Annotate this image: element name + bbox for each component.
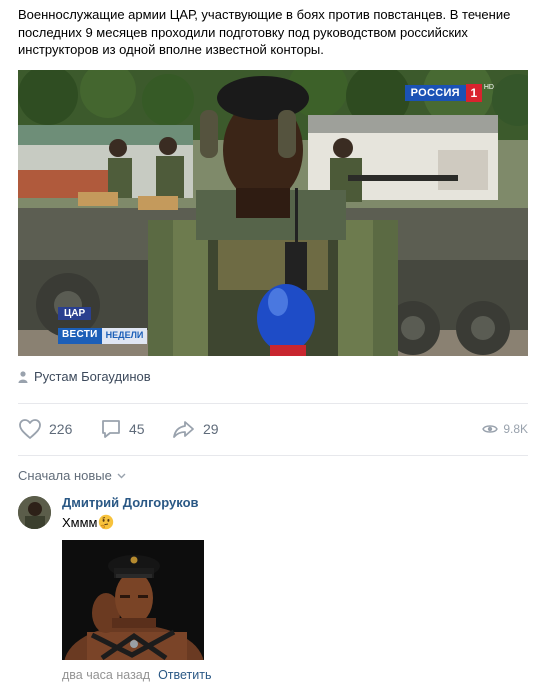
thinking-face-emoji [99, 514, 114, 530]
show-title: ВЕСТИ [58, 328, 102, 344]
share-count: 29 [203, 421, 219, 437]
views-count: 9.8K [503, 422, 528, 436]
comment-button[interactable]: 45 [100, 415, 145, 443]
comments-sort-label[interactable]: Сначала новые [18, 468, 112, 483]
comments-sort-dropdown[interactable]: Сначала новые [18, 468, 126, 483]
heart-icon [19, 419, 41, 439]
comment-avatar[interactable] [18, 496, 51, 529]
like-count: 226 [49, 421, 73, 437]
post-author-name[interactable]: Рустам Богаудинов [34, 369, 151, 384]
photo-soldiers-scene [18, 70, 528, 356]
comment-count: 45 [129, 421, 145, 437]
like-button[interactable]: 226 [18, 415, 72, 443]
comment-text: Хммм [62, 514, 114, 530]
comment-meta: два часа назад Ответить [62, 668, 212, 682]
post-photo[interactable]: РОССИЯ 1 HD ЦАР ВЕСТИ НЕДЕЛИ [18, 70, 528, 356]
comment-author[interactable]: Дмитрий Долгоруков [62, 495, 199, 510]
reply-link[interactable]: Ответить [158, 668, 211, 682]
comment-text-body: Хммм [62, 514, 98, 530]
views-counter: 9.8K [482, 415, 528, 443]
channel-logo-name: РОССИЯ [404, 85, 466, 101]
channel-logo-hd: HD [483, 84, 494, 91]
comment-time[interactable]: два часа назад [62, 668, 150, 682]
share-button[interactable]: 29 [172, 415, 219, 443]
comment-attachment-image[interactable] [62, 540, 204, 660]
speech-bubble-icon [102, 420, 120, 438]
location-tag: ЦАР [58, 307, 92, 320]
post-author[interactable]: Рустам Богаудинов [18, 369, 151, 384]
person-icon [18, 370, 28, 383]
channel-logo: РОССИЯ 1 HD [404, 84, 494, 102]
divider [18, 455, 528, 456]
avatar-image [18, 496, 51, 529]
show-tag: ВЕСТИ НЕДЕЛИ [58, 328, 148, 344]
share-arrow-icon [173, 421, 194, 438]
post-text: Военнослужащие армии ЦАР, участвующие в … [18, 7, 511, 57]
post-actions: 226 45 29 9.8K [18, 415, 528, 443]
eye-icon [482, 425, 499, 433]
show-subtitle: НЕДЕЛИ [101, 328, 148, 344]
attachment-photo [62, 540, 204, 660]
chevron-down-icon [117, 473, 126, 478]
channel-logo-number: 1 [465, 84, 482, 102]
divider [18, 403, 528, 404]
